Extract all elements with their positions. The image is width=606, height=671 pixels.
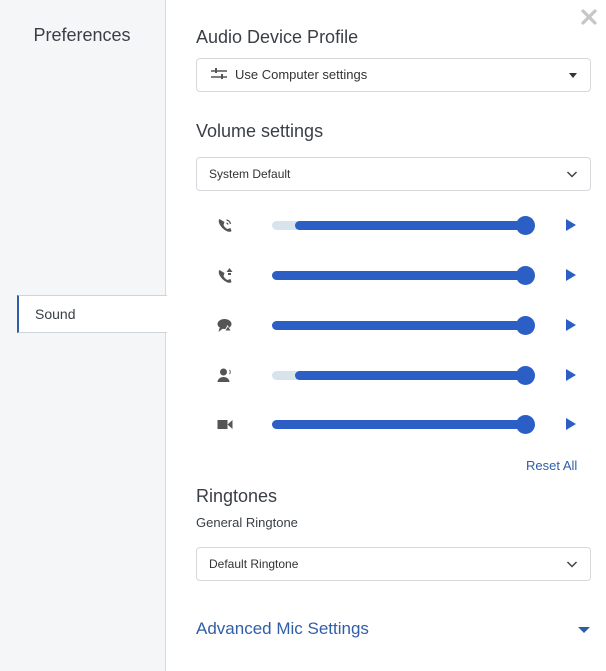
volume-slider-track[interactable] bbox=[272, 216, 535, 235]
phone-ringing-icon bbox=[218, 219, 232, 232]
chevron-down-icon bbox=[566, 561, 578, 568]
play-icon[interactable] bbox=[564, 368, 578, 382]
caret-down-icon[interactable] bbox=[578, 625, 590, 635]
volume-slider-thumb[interactable] bbox=[516, 266, 535, 285]
volume-slider-track[interactable] bbox=[272, 316, 535, 335]
volume-slider-track[interactable] bbox=[272, 415, 535, 434]
volume-slider-thumb[interactable] bbox=[516, 216, 535, 235]
play-icon[interactable] bbox=[564, 268, 578, 282]
audio-profile-value: Use Computer settings bbox=[235, 67, 368, 82]
sidebar-item-sound[interactable]: Sound bbox=[17, 295, 167, 333]
volume-slider-thumb[interactable] bbox=[516, 316, 535, 335]
volume-slider-thumb[interactable] bbox=[516, 415, 535, 434]
volume-slider-fill bbox=[272, 420, 528, 429]
volume-slider-track[interactable] bbox=[272, 266, 535, 285]
volume-slider-row bbox=[196, 360, 591, 390]
volume-slider-fill bbox=[272, 321, 528, 330]
volume-slider-track[interactable] bbox=[272, 366, 535, 385]
general-ringtone-label: General Ringtone bbox=[196, 515, 298, 530]
sidebar-title: Preferences bbox=[33, 25, 131, 45]
tune-icon bbox=[211, 68, 227, 80]
volume-slider-row bbox=[196, 210, 591, 240]
volume-slider-fill bbox=[295, 221, 528, 230]
volume-device-select[interactable]: System Default bbox=[196, 157, 591, 191]
ringtone-select[interactable]: Default Ringtone bbox=[196, 547, 591, 581]
volume-slider-thumb[interactable] bbox=[516, 366, 535, 385]
ringtones-heading: Ringtones bbox=[196, 486, 278, 506]
advanced-mic-settings-toggle[interactable]: Advanced Mic Settings bbox=[196, 619, 369, 639]
volume-device-value: System Default bbox=[209, 167, 291, 181]
ringtone-value: Default Ringtone bbox=[209, 557, 299, 571]
volume-slider-fill bbox=[272, 271, 528, 280]
phone-incoming-icon bbox=[218, 268, 233, 283]
video-camera-icon bbox=[217, 420, 233, 429]
chevron-down-icon bbox=[566, 171, 578, 178]
play-icon[interactable] bbox=[564, 318, 578, 332]
caret-down-icon bbox=[569, 73, 577, 78]
volume-slider-row bbox=[196, 260, 591, 290]
volume-heading: Volume settings bbox=[196, 121, 324, 141]
volume-slider-fill bbox=[295, 371, 528, 380]
play-icon[interactable] bbox=[564, 218, 578, 232]
speaker-person-icon bbox=[217, 368, 231, 382]
audio-profile-heading: Audio Device Profile bbox=[196, 27, 359, 47]
chat-bubbles-icon bbox=[217, 319, 232, 332]
volume-slider-row bbox=[196, 409, 591, 439]
play-icon[interactable] bbox=[564, 417, 578, 431]
volume-slider-row bbox=[196, 310, 591, 340]
audio-profile-select[interactable]: Use Computer settings bbox=[196, 58, 591, 92]
reset-all-button[interactable]: Reset All bbox=[526, 458, 577, 473]
close-icon[interactable] bbox=[580, 8, 598, 26]
sidebar: Preferences Sound bbox=[0, 0, 167, 671]
